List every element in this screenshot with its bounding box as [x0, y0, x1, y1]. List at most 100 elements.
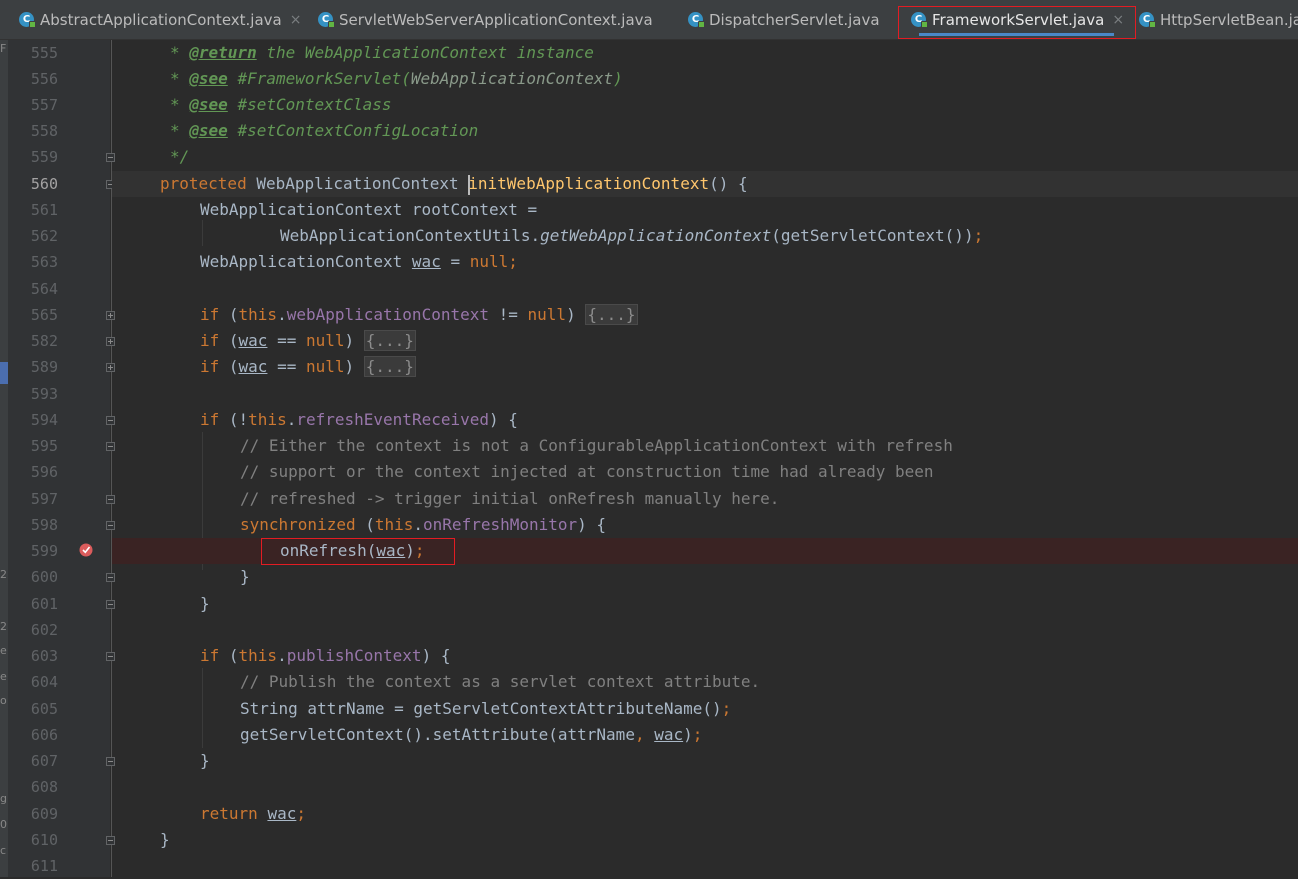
tab-label: FrameworkServlet.java [932, 10, 1105, 29]
folded-block[interactable]: {...} [363, 330, 416, 351]
code-line[interactable]: * @see #FrameworkServlet(WebApplicationC… [112, 66, 1298, 92]
javadoc-reference: #setContextClass [237, 95, 392, 114]
line-number: 562 [30, 227, 58, 245]
line-number-breakpoint: 599 [30, 542, 58, 560]
line-number: 611 [30, 857, 58, 875]
breakpoint-icon[interactable] [79, 543, 93, 557]
code-line[interactable]: if (wac == null) {...} [112, 328, 1298, 354]
code-line[interactable]: return wac; [112, 801, 1298, 827]
code-line[interactable]: // Either the context is not a Configura… [112, 433, 1298, 459]
keyword: this [374, 515, 414, 534]
code-line[interactable]: * @return the WebApplicationContext inst… [112, 40, 1298, 66]
folded-block[interactable]: {...} [585, 304, 638, 325]
code-line[interactable]: * @see #setContextClass [112, 92, 1298, 118]
close-icon[interactable]: × [1112, 12, 1124, 28]
panel-text-fragment: c [0, 844, 7, 857]
semicolon: ; [692, 725, 703, 744]
code-line[interactable]: WebApplicationContextUtils.getWebApplica… [112, 223, 1298, 249]
folded-block[interactable]: {...} [363, 356, 416, 377]
class-icon: C [1139, 12, 1156, 28]
paren: ( [219, 305, 239, 324]
line-number: 610 [30, 831, 58, 849]
close-icon[interactable]: × [290, 12, 302, 28]
code-line[interactable]: } [112, 748, 1298, 774]
code-line[interactable]: } [112, 591, 1298, 617]
semicolon: ; [508, 252, 518, 271]
tab-dispatcher-servlet[interactable]: C DispatcherServlet.java [688, 0, 880, 39]
code-line[interactable]: if (this.webApplicationContext != null) … [112, 302, 1298, 328]
javadoc-end: */ [170, 147, 190, 166]
semicolon: ; [414, 541, 425, 560]
keyword: null [527, 305, 567, 324]
javadoc-tag: @return [189, 43, 257, 62]
code-line[interactable]: synchronized (this.onRefreshMonitor) { [112, 512, 1298, 538]
tab-label: DispatcherServlet.java [709, 10, 880, 29]
keyword: this [238, 305, 278, 324]
operator: != [489, 305, 528, 324]
dot: . [413, 515, 424, 534]
semicolon: ; [296, 804, 306, 823]
code-line[interactable]: } [112, 564, 1298, 590]
code-line[interactable]: WebApplicationContext wac = null; [112, 249, 1298, 275]
code-line[interactable]: if (this.publishContext) { [112, 643, 1298, 669]
code-line[interactable]: * @see #setContextConfigLocation [112, 118, 1298, 144]
keyword: if [200, 305, 220, 324]
line-number: 601 [30, 595, 58, 613]
code-line[interactable]: */ [112, 144, 1298, 170]
paren: ( [355, 515, 375, 534]
code-line[interactable]: String attrName = getServletContextAttri… [112, 696, 1298, 722]
keyword: synchronized [240, 515, 356, 534]
javadoc-star: * [170, 69, 190, 88]
code-line[interactable]: if (wac == null) {...} [112, 354, 1298, 380]
paren: ( [219, 331, 239, 350]
tab-http-servlet-bean[interactable]: C HttpServletBean.ja [1139, 0, 1298, 39]
code-line[interactable]: if (!this.refreshEventReceived) { [112, 407, 1298, 433]
keyword: null [305, 331, 345, 350]
field: webApplicationContext [286, 305, 489, 324]
return-type: WebApplicationContext [246, 174, 469, 193]
field: publishContext [286, 646, 422, 665]
line-number-gutter[interactable]: 555 556 557 558 559 560 561 562 563 564 … [8, 40, 110, 877]
line-number-current: 560 [30, 175, 58, 193]
paren: ) { [489, 410, 518, 429]
code-line[interactable]: // refreshed -> trigger initial onRefres… [112, 486, 1298, 512]
line-number: 582 [30, 332, 58, 350]
code-line[interactable]: WebApplicationContext rootContext = [112, 197, 1298, 223]
code-line[interactable]: } [112, 827, 1298, 853]
keyword: if [200, 331, 220, 350]
code-line[interactable]: // support or the context injected at co… [112, 459, 1298, 485]
statement: WebApplicationContext rootContext = [200, 200, 538, 219]
method-name: initWebApplicationContext [468, 174, 710, 193]
line-number: 606 [30, 726, 58, 744]
line-number: 557 [30, 96, 58, 114]
tab-servlet-web-server-application-context[interactable]: C ServletWebServerApplicationContext.jav… [318, 0, 653, 39]
code-line-breakpoint[interactable]: onRefresh(wac); [112, 538, 1298, 564]
class-icon: C [19, 12, 36, 28]
javadoc-type: WebApplicationContext [410, 69, 614, 88]
line-number: 594 [30, 411, 58, 429]
keyword: if [200, 410, 220, 429]
class-icon: C [911, 12, 928, 28]
keyword: protected [160, 174, 247, 193]
project-panel-edge[interactable]: F 2 2 e e o g 0. c [0, 40, 8, 877]
tab-framework-servlet[interactable]: C FrameworkServlet.java × [911, 0, 1124, 39]
keyword: this [248, 410, 287, 429]
field: refreshEventReceived [296, 410, 489, 429]
panel-text-fragment: 2 [0, 568, 7, 581]
line-number: 559 [30, 148, 58, 166]
code-line[interactable]: getServletContext().setAttribute(attrNam… [112, 722, 1298, 748]
keyword: if [200, 357, 220, 376]
variable: wac [411, 252, 441, 271]
static-method-call: getWebApplicationContext [540, 226, 772, 245]
line-comment: // Publish the context as a servlet cont… [240, 672, 761, 691]
line-number: 564 [30, 280, 58, 298]
line-comment: // refreshed -> trigger initial onRefres… [240, 489, 780, 508]
variable: wac [238, 331, 268, 350]
code-line[interactable]: // Publish the context as a servlet cont… [112, 669, 1298, 695]
line-number: 563 [30, 253, 58, 271]
paren: ) [566, 305, 586, 324]
tab-abstract-application-context[interactable]: C AbstractApplicationContext.java × [19, 0, 301, 39]
code-line-current[interactable]: protected WebApplicationContext initWebA… [112, 171, 1298, 197]
line-number: 596 [30, 463, 58, 481]
